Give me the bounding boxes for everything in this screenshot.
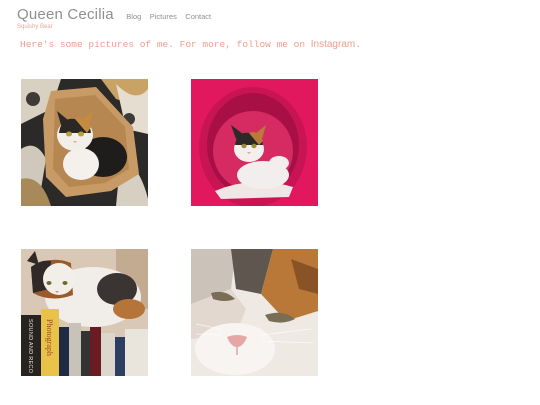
instagram-link[interactable]: Instagram bbox=[311, 39, 355, 50]
main-nav: Blog Pictures Contact bbox=[122, 6, 211, 24]
site-title[interactable]: Queen Cecilia bbox=[17, 6, 114, 23]
site-tagline: Squishy Bear bbox=[17, 24, 53, 30]
intro-suffix: . bbox=[355, 39, 361, 50]
site-header: Queen Cecilia Blog Pictures Contact bbox=[17, 6, 211, 24]
photo-cat-on-books[interactable]: SOUND AND RECO Photograph bbox=[21, 249, 148, 376]
book-spine-sound-label: SOUND AND RECO bbox=[27, 319, 33, 374]
cat-in-bag-image bbox=[21, 79, 148, 206]
nav-item-contact[interactable]: Contact bbox=[185, 12, 211, 21]
photo-cat-closeup[interactable] bbox=[191, 249, 318, 376]
cat-closeup-image bbox=[191, 249, 318, 376]
intro-text: Here's some pictures of me. For more, fo… bbox=[20, 39, 361, 50]
cat-on-books-image: SOUND AND RECO Photograph bbox=[21, 249, 148, 376]
photo-cat-in-bag[interactable] bbox=[21, 79, 148, 206]
cat-in-tunnel-image bbox=[191, 79, 318, 206]
nav-item-blog[interactable]: Blog bbox=[126, 12, 141, 21]
photo-cat-in-tunnel[interactable] bbox=[191, 79, 318, 206]
book-spine-photograph-label: Photograph bbox=[45, 319, 54, 356]
nav-item-pictures[interactable]: Pictures bbox=[150, 12, 177, 21]
intro-sentence: Here's some pictures of me. For more, fo… bbox=[20, 39, 311, 50]
